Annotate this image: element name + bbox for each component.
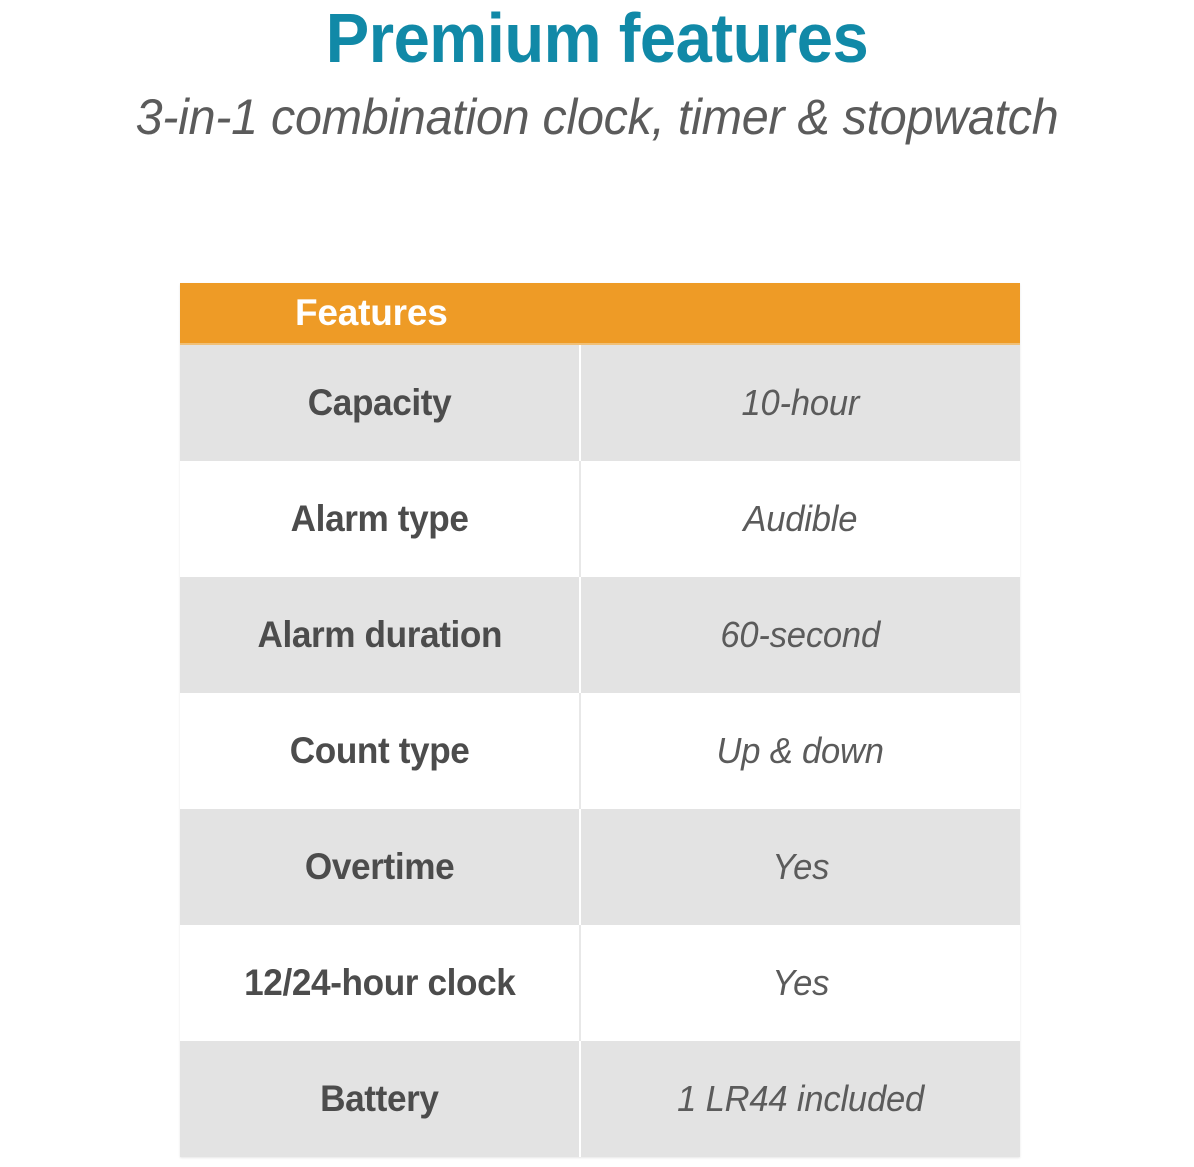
feature-comparison-page: Premium features 3-in-1 combination cloc… <box>0 0 1194 1167</box>
features-table-header-cell: Features <box>180 283 1021 345</box>
table-row: Battery 1 LR44 included <box>180 1041 1021 1157</box>
feature-value: Yes <box>771 846 830 887</box>
table-row: 12/24-hour clock Yes <box>180 925 1021 1041</box>
feature-value: 1 LR44 included <box>677 1078 924 1119</box>
feature-value-cell: 1 LR44 included <box>580 1041 1021 1157</box>
feature-label-cell: Overtime <box>180 809 581 925</box>
feature-label: Alarm duration <box>257 614 502 655</box>
feature-label: 12/24-hour clock <box>243 962 516 1003</box>
feature-label: Count type <box>289 730 470 771</box>
features-table-header-row: Features <box>180 283 1021 345</box>
features-table-body: Capacity 10-hour Alarm type Audible Alar… <box>180 344 1021 1157</box>
feature-value-cell: 60-second <box>580 577 1021 693</box>
heading-block: Premium features 3-in-1 combination cloc… <box>0 0 1194 146</box>
feature-label-cell: Battery <box>180 1041 581 1157</box>
feature-label-cell: Alarm duration <box>180 577 581 693</box>
features-table: Features Capacity 10-hour Alarm type Aud… <box>180 283 1021 1157</box>
feature-value: 10-hour <box>741 382 860 423</box>
feature-value-cell: Yes <box>580 925 1021 1041</box>
feature-value-cell: Audible <box>580 461 1021 577</box>
feature-label: Battery <box>320 1078 439 1119</box>
features-table-head: Features <box>180 283 1021 345</box>
feature-value: Yes <box>771 962 830 1003</box>
feature-label: Capacity <box>307 382 452 423</box>
table-row: Capacity 10-hour <box>180 344 1021 461</box>
feature-value-cell: Yes <box>580 809 1021 925</box>
page-subtitle: 3-in-1 combination clock, timer & stopwa… <box>135 89 1059 145</box>
feature-label-cell: Capacity <box>180 344 581 461</box>
table-row: Alarm duration 60-second <box>180 577 1021 693</box>
feature-value: 60-second <box>720 614 881 655</box>
feature-value: Up & down <box>716 730 885 771</box>
feature-label-cell: 12/24-hour clock <box>180 925 581 1041</box>
feature-label-cell: Alarm type <box>180 461 581 577</box>
feature-label-cell: Count type <box>180 693 581 809</box>
table-row: Count type Up & down <box>180 693 1021 809</box>
feature-label: Overtime <box>304 846 455 887</box>
page-title: Premium features <box>325 0 869 77</box>
table-row: Overtime Yes <box>180 809 1021 925</box>
table-row: Alarm type Audible <box>180 461 1021 577</box>
feature-label: Alarm type <box>290 498 469 539</box>
feature-value: Audible <box>743 498 858 539</box>
feature-value-cell: Up & down <box>580 693 1021 809</box>
feature-value-cell: 10-hour <box>580 344 1021 461</box>
